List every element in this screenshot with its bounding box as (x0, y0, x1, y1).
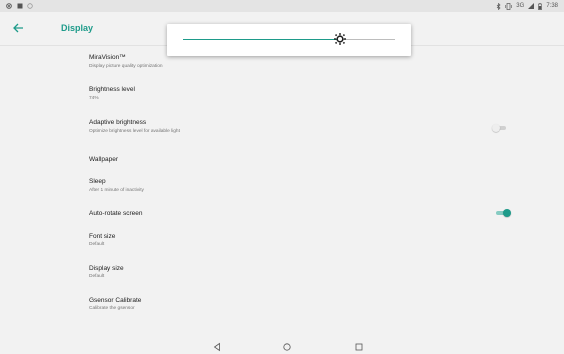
setting-summary: Calibrate the gsensor (89, 306, 135, 311)
setting-summary: Display picture quality optimization (89, 64, 163, 69)
bluetooth-icon (497, 2, 501, 10)
brightness-slider-fill (183, 39, 340, 40)
setting-brightness-level[interactable]: Brightness level 74% (0, 83, 564, 113)
switch-knob (492, 124, 500, 132)
brightness-icon[interactable] (333, 33, 346, 45)
setting-summary: Default (89, 242, 105, 247)
status-bar: 3G 7:38 (0, 0, 564, 12)
square-recents-icon[interactable] (354, 342, 364, 352)
setting-font-size[interactable]: Font size Default (0, 231, 564, 261)
setting-summary: 74% (89, 96, 99, 101)
brightness-popup (167, 24, 411, 56)
setting-title: Display size (89, 265, 124, 272)
setting-summary: After 1 minute of inactivity (89, 188, 144, 193)
setting-title: Adaptive brightness (89, 119, 147, 126)
triangle-back-icon[interactable] (212, 342, 222, 352)
arrow-left-icon[interactable] (11, 21, 25, 35)
battery-icon (538, 2, 543, 10)
page-title: Display (61, 23, 94, 33)
setting-summary: Default (89, 274, 105, 279)
clock: 7:38 (546, 3, 558, 9)
setting-adaptive-brightness[interactable]: Adaptive brightness Optimize brightness … (0, 116, 564, 146)
setting-title: Gsensor Calibrate (89, 297, 142, 304)
setting-gsensor-calibrate[interactable]: Gsensor Calibrate Calibrate the gsensor (0, 296, 564, 326)
setting-display-size[interactable]: Display size Default (0, 263, 564, 293)
setting-title: Auto-rotate screen (89, 210, 143, 217)
navigation-bar (0, 340, 564, 354)
image-icon (17, 3, 23, 9)
circle-home-icon[interactable] (282, 342, 292, 352)
setting-title: Font size (89, 233, 116, 240)
brightness-slider[interactable] (183, 39, 395, 40)
setting-title: Brightness level (89, 86, 135, 93)
vpn-icon (27, 3, 33, 9)
setting-title: Wallpaper (89, 156, 119, 163)
adaptive-brightness-switch[interactable] (491, 124, 507, 132)
signal-icon (528, 3, 535, 9)
setting-sleep[interactable]: Sleep After 1 minute of inactivity (0, 175, 564, 205)
status-bar-right: 3G 7:38 (496, 2, 558, 10)
switch-knob (503, 209, 511, 217)
setting-title: Sleep (89, 178, 106, 185)
vibrate-icon (505, 2, 513, 10)
network-type: 3G (516, 3, 525, 9)
auto-rotate-switch[interactable] (495, 209, 511, 217)
setting-summary: Optimize brightness level for available … (89, 129, 180, 134)
setting-title: MiraVision™ (89, 54, 126, 61)
record-icon (6, 3, 12, 9)
status-bar-left (6, 3, 33, 9)
